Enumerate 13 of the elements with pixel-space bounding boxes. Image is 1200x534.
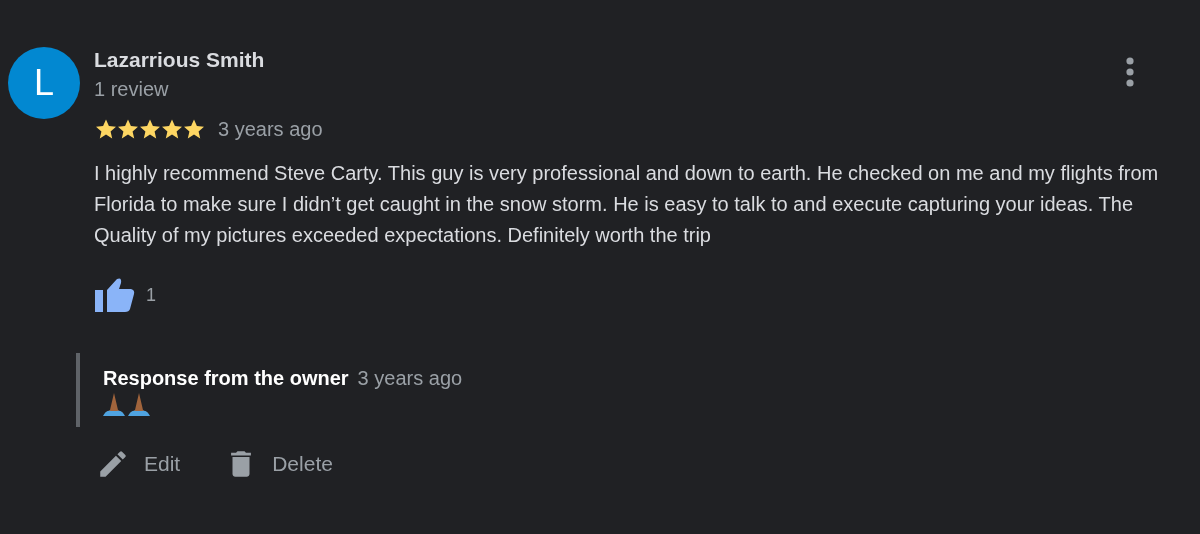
response-time: 3 years ago bbox=[357, 367, 463, 390]
author-name: Lazarrious Smith bbox=[94, 48, 265, 72]
avatar: L bbox=[8, 47, 80, 119]
review-time: 3 years ago bbox=[218, 117, 323, 141]
praying-hands-icon bbox=[103, 392, 153, 416]
delete-button[interactable]: Delete bbox=[224, 447, 333, 481]
review-text: I highly recommend Steve Carty. This guy is very professional and down to earth. He checked on me and my flights from Florida to make sure I didn’t get caught in the snow storm. He is easy to talk to and execute capturing your ideas. The Quality of my pictures exceeded expectations. Definitely worth the trip bbox=[94, 161, 1160, 248]
edit-button[interactable]: Edit bbox=[96, 447, 181, 481]
like-count: 1 bbox=[146, 284, 156, 306]
review-count: 1 review bbox=[94, 78, 169, 101]
response-title: Response from the owner bbox=[103, 367, 349, 390]
more-icon[interactable] bbox=[1126, 57, 1134, 87]
thumbs-up-icon[interactable] bbox=[94, 277, 136, 313]
